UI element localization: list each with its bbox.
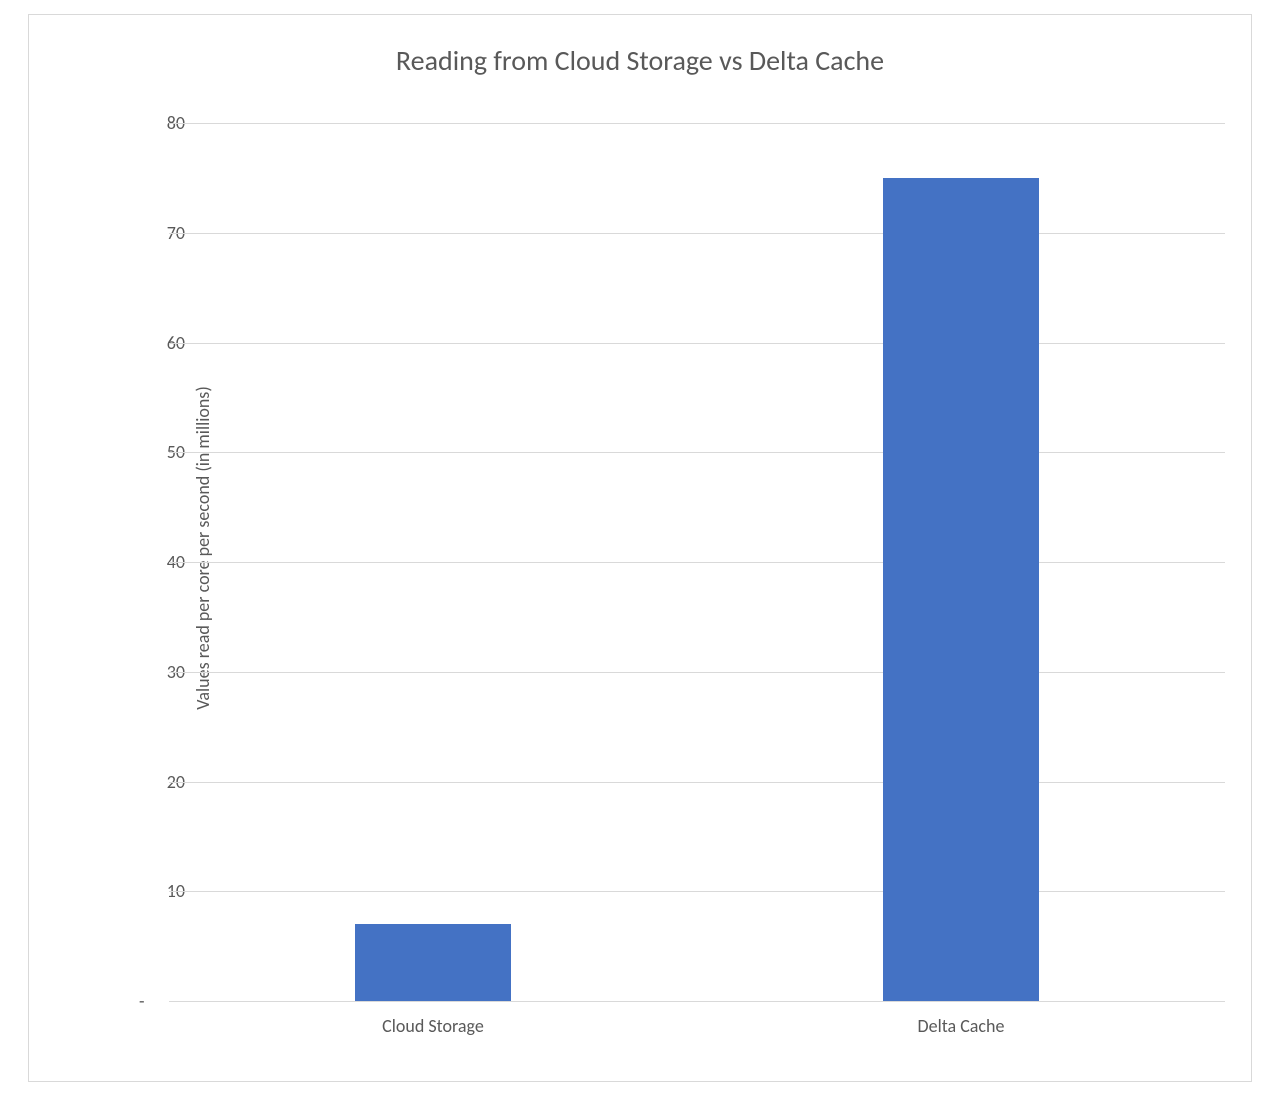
bar-delta-cache [883,178,1039,1001]
x-tick-cloud-storage: Cloud Storage [382,1015,484,1037]
x-tick-delta-cache: Delta Cache [918,1015,1005,1037]
gridline [169,891,1225,892]
gridline [169,672,1225,673]
gridline [169,233,1225,234]
gridline [169,452,1225,453]
gridline [169,123,1225,124]
chart-title: Reading from Cloud Storage vs Delta Cach… [29,43,1251,78]
gridline [169,343,1225,344]
y-tick-0: - [139,990,145,1012]
bar-cloud-storage [355,924,511,1001]
gridline [169,562,1225,563]
gridline [169,782,1225,783]
chart-frame: Reading from Cloud Storage vs Delta Cach… [28,14,1252,1082]
plot-area [169,123,1225,1001]
gridline-baseline [169,1001,1225,1002]
